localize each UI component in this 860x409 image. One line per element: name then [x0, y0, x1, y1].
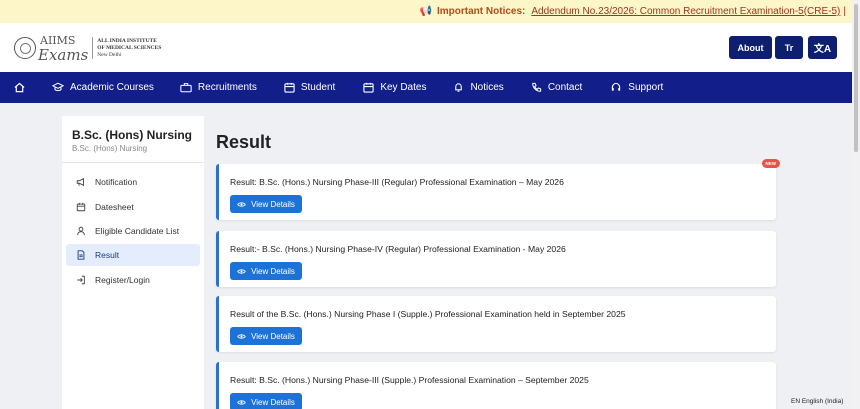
translate-button[interactable]: 文A: [808, 36, 837, 59]
result-card: NEW Result: B.Sc. (Hons.) Nursing Phase-…: [216, 159, 780, 220]
sidebar-item-datesheet[interactable]: Datesheet: [66, 196, 200, 218]
main-nav: Academic Courses Recruitments Student Ke…: [0, 72, 852, 103]
site-header: AIIMS Exams ALL INDIA INSTITUTE OF MEDIC…: [0, 23, 852, 72]
aiims-logo[interactable]: AIIMS Exams ALL INDIA INSTITUTE OF MEDIC…: [14, 34, 162, 64]
view-details-button[interactable]: View Details: [230, 262, 302, 280]
notice-separator: |: [843, 6, 846, 17]
calendar-icon: [363, 82, 374, 93]
main-content: Result NEW Result: B.Sc. (Hons.) Nursing…: [204, 116, 788, 409]
logo-divider: [92, 37, 94, 59]
page-title: Result: [216, 132, 272, 152]
sidebar-item-label: Eligible Candidate List: [95, 226, 180, 236]
sidebar-item-result[interactable]: Result: [66, 244, 200, 266]
sidebar-item-label: Datesheet: [95, 202, 134, 212]
phone-icon: [532, 82, 541, 92]
user-icon: [77, 226, 85, 236]
result-card: Result: B.Sc. (Hons.) Nursing Phase-III …: [216, 362, 776, 409]
course-subtitle: B.Sc. (Hons) Nursing: [72, 144, 148, 153]
sidebar-item-label: Result: [95, 250, 120, 260]
result-card: Result of the B.Sc. (Hons.) Nursing Phas…: [216, 296, 776, 352]
font-size-button[interactable]: Tr: [775, 36, 803, 59]
notice-bar: 📢 Important Notices: Addendum No.23/2026…: [0, 0, 852, 23]
result-title: Result: B.Sc. (Hons.) Nursing Phase-III …: [230, 375, 589, 385]
sidebar-item-eligible-candidate-list[interactable]: Eligible Candidate List: [66, 220, 200, 242]
logo-institute-name: ALL INDIA INSTITUTE OF MEDICAL SCIENCES …: [97, 37, 162, 58]
about-button[interactable]: About: [729, 36, 772, 59]
result-title: Result:- B.Sc. (Hons.) Nursing Phase-IV …: [230, 244, 566, 254]
sidebar-item-label: Notification: [95, 177, 138, 187]
notice-link[interactable]: Addendum No.23/2026: Common Recruitment …: [531, 6, 840, 17]
calendar-user-icon: [284, 82, 295, 93]
login-icon: [77, 275, 85, 285]
view-details-button[interactable]: View Details: [230, 327, 302, 345]
eye-icon: [237, 268, 246, 274]
sidebar-item-notification[interactable]: Notification: [66, 171, 200, 193]
nav-academic-courses[interactable]: Academic Courses: [52, 72, 154, 103]
result-card: Result:- B.Sc. (Hons.) Nursing Phase-IV …: [216, 231, 776, 287]
new-badge: NEW: [761, 159, 780, 168]
notice-title: Important Notices:: [437, 6, 526, 17]
nav-recruitments[interactable]: Recruitments: [180, 72, 257, 103]
page-scrollbar[interactable]: [852, 0, 860, 409]
eye-icon: [237, 399, 246, 405]
nav-key-dates[interactable]: Key Dates: [363, 72, 426, 103]
eye-icon: [237, 201, 246, 207]
graduation-cap-icon: [52, 82, 64, 92]
nav-student[interactable]: Student: [284, 72, 335, 103]
briefcase-icon: [180, 83, 192, 93]
course-sidebar: B.Sc. (Hons) Nursing B.Sc. (Hons) Nursin…: [62, 116, 204, 409]
nav-support[interactable]: Support: [610, 72, 663, 103]
view-details-button[interactable]: View Details: [230, 195, 302, 213]
eye-icon: [237, 333, 246, 339]
bell-icon: [455, 83, 463, 92]
sidebar-item-label: Register/Login: [95, 275, 150, 285]
result-title: Result of the B.Sc. (Hons.) Nursing Phas…: [230, 309, 626, 319]
home-icon[interactable]: [0, 82, 38, 93]
headset-icon: [612, 82, 621, 91]
logo-wordmark: AIIMS Exams: [38, 34, 89, 64]
nav-contact[interactable]: Contact: [531, 72, 582, 103]
view-details-button[interactable]: View Details: [230, 393, 302, 409]
sidebar-item-register-login[interactable]: Register/Login: [66, 269, 200, 291]
megaphone-icon: 📢: [419, 6, 433, 17]
megaphone-icon: [76, 177, 84, 187]
sidebar-divider: [62, 162, 204, 163]
document-icon: [77, 250, 85, 260]
course-title: B.Sc. (Hons) Nursing: [72, 128, 193, 142]
emblem-icon: [14, 37, 36, 59]
language-indicator[interactable]: EN English (India): [791, 398, 843, 405]
nav-notices[interactable]: Notices: [453, 72, 504, 103]
calendar-icon: [76, 202, 86, 212]
result-title: Result: B.Sc. (Hons.) Nursing Phase-III …: [230, 177, 564, 187]
scrollbar-thumb[interactable]: [854, 4, 858, 152]
